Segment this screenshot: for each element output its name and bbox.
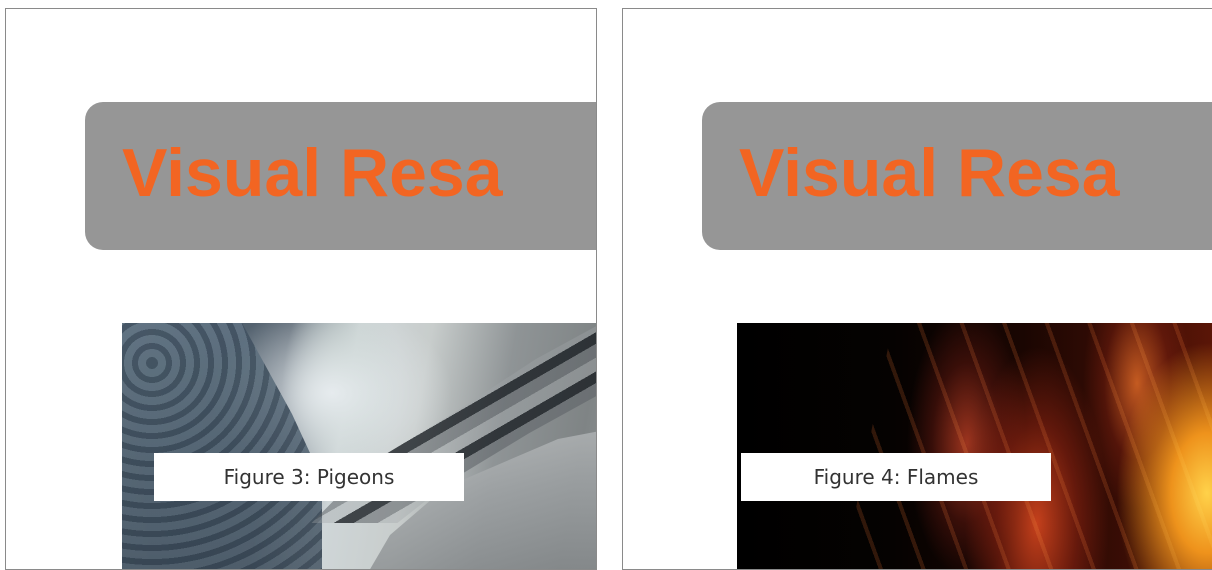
pigeons-photo: [122, 323, 596, 569]
figure-caption: Figure 4: Flames: [741, 453, 1051, 501]
slide-panel-1: Visual Resa Figure 3: Pigeons: [5, 8, 597, 570]
title-banner: Visual Resa: [85, 102, 596, 250]
slide-panel-2: Visual Resa Figure 4: Flames: [622, 8, 1212, 570]
banner-title: Visual Resa: [739, 135, 1120, 211]
flame-streaks: [841, 323, 1212, 569]
figure-caption: Figure 3: Pigeons: [154, 453, 464, 501]
title-banner: Visual Resa: [702, 102, 1212, 250]
flames-photo: [737, 323, 1212, 569]
pigeon-neck-feathers: [122, 323, 322, 569]
banner-title: Visual Resa: [122, 135, 503, 211]
